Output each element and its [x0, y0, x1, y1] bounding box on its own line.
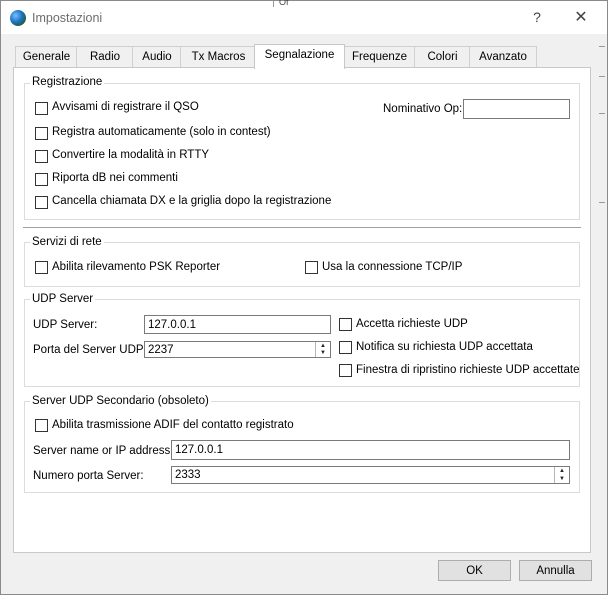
checkbox-tcp-ip[interactable] [305, 261, 318, 274]
tab-colori[interactable]: Colori [414, 46, 471, 68]
checkbox-label: Notifica su richiesta UDP accettata [356, 341, 533, 353]
spin-down-arrow-icon[interactable]: ▼ [316, 349, 330, 357]
checkbox-riporta-db[interactable] [35, 173, 48, 186]
background-tick [599, 76, 605, 77]
tab-frequenze[interactable]: Frequenze [343, 46, 416, 68]
udp-port-value: 2237 [148, 344, 174, 356]
server-port-spinner[interactable]: ▲ ▼ [554, 467, 569, 483]
udp-server-label: UDP Server: [33, 319, 98, 331]
close-button[interactable]: ✕ [563, 1, 599, 34]
checkbox-ripristino-udp[interactable] [339, 364, 352, 377]
checkbox-label: Cancella chiamata DX e la griglia dopo l… [52, 195, 332, 207]
server-name-input[interactable]: 127.0.0.1 [171, 440, 570, 460]
udp-server-input[interactable]: 127.0.0.1 [144, 315, 331, 334]
checkbox-label: Abilita rilevamento PSK Reporter [52, 261, 221, 273]
window-title: Impostazioni [32, 11, 103, 25]
server-name-label: Server name or IP address: [33, 445, 174, 457]
tab-segnalazione[interactable]: Segnalazione [254, 44, 345, 69]
help-button[interactable]: ? [521, 1, 553, 34]
tab-radio[interactable]: Radio [76, 46, 134, 68]
server-port-spinbox[interactable]: 2333 ▲ ▼ [171, 466, 570, 484]
checkbox-label: Convertire la modalità in RTTY [52, 149, 210, 161]
server-port-label: Numero porta Server: [33, 470, 144, 482]
group-title: UDP Server [30, 293, 96, 305]
tab-audio[interactable]: Audio [132, 46, 182, 68]
background-text: Of [279, 0, 289, 7]
settings-dialog: Impostazioni ? ✕ Of Generale Radio Audio… [0, 0, 608, 595]
checkbox-label: Registra automaticamente (solo in contes… [52, 126, 271, 138]
tab-generale[interactable]: Generale [15, 46, 78, 68]
ok-button[interactable]: OK [438, 560, 511, 581]
udp-port-spinbox[interactable]: 2237 ▲ ▼ [144, 341, 331, 358]
checkbox-accetta-udp[interactable] [339, 318, 352, 331]
checkbox-label: Avvisami di registrare il QSO [52, 101, 199, 113]
app-globe-icon [10, 10, 26, 26]
group-title: Registrazione [30, 76, 105, 88]
title-bar[interactable]: Impostazioni ? ✕ [1, 1, 607, 34]
checkbox-label: Riporta dB nei commenti [52, 172, 178, 184]
udp-port-spinner[interactable]: ▲ ▼ [315, 342, 330, 357]
spin-up-arrow-icon[interactable]: ▲ [555, 467, 569, 475]
checkbox-label: Usa la connessione TCP/IP [322, 261, 463, 273]
background-tick [599, 202, 605, 203]
checkbox-cancella-dx[interactable] [35, 196, 48, 209]
checkbox-label: Abilita trasmissione ADIF del contatto r… [52, 419, 294, 431]
tab-tx-macros[interactable]: Tx Macros [180, 46, 257, 68]
checkbox-registra-auto[interactable] [35, 127, 48, 140]
checkbox-label: Accetta richieste UDP [356, 318, 468, 330]
separator [23, 227, 581, 228]
checkbox-label: Finestra di ripristino richieste UDP acc… [356, 364, 580, 376]
background-divider [273, 1, 274, 7]
background-tick [599, 113, 605, 114]
group-title: Servizi di rete [30, 236, 104, 248]
checkbox-converti-rtty[interactable] [35, 150, 48, 163]
spin-down-arrow-icon[interactable]: ▼ [555, 475, 569, 483]
checkbox-psk-reporter[interactable] [35, 261, 48, 274]
checkbox-notifica-udp[interactable] [339, 341, 352, 354]
operator-label: Nominativo Op: [383, 103, 463, 115]
checkbox-avvisami-qso[interactable] [35, 102, 48, 115]
udp-port-label: Porta del Server UDP: [33, 344, 147, 356]
group-title: Server UDP Secondario (obsoleto) [30, 395, 211, 407]
server-port-value: 2333 [175, 469, 201, 481]
background-tick [599, 46, 605, 47]
tab-avanzato[interactable]: Avanzato [469, 46, 537, 68]
operator-callsign-input[interactable] [463, 99, 570, 119]
cancel-button[interactable]: Annulla [519, 560, 592, 581]
checkbox-adif-broadcast[interactable] [35, 419, 48, 432]
